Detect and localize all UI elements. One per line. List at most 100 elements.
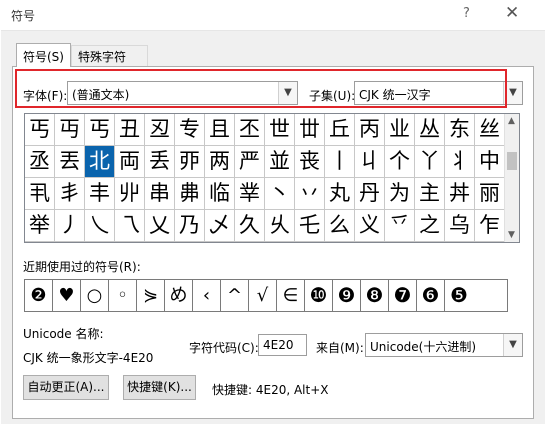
chevron-down-icon[interactable]: ▼	[503, 82, 522, 104]
symbol-cell[interactable]: 丯	[55, 178, 85, 210]
symbol-cell[interactable]: 乁	[115, 210, 145, 242]
symbol-cell[interactable]: 丏	[55, 114, 85, 146]
char-code-input[interactable]: 4E20	[258, 334, 307, 356]
symbol-grid[interactable]: 丐丏丐丑丒专且丕世丗丘丙业丛东丝丞丟北両丢丣两严並丧丨丩个丫丬中丮丯丰丱串丳临丵…	[24, 113, 520, 243]
symbol-cell[interactable]: 丷	[295, 178, 325, 210]
recent-symbol[interactable]: め	[165, 280, 193, 311]
grid-scrollbar[interactable]: ▲ ▼	[504, 114, 519, 242]
symbol-cell[interactable]: 丬	[445, 146, 475, 178]
symbol-cell[interactable]: 久	[235, 210, 265, 242]
symbol-cell[interactable]: 乃	[175, 210, 205, 242]
symbol-cell[interactable]: 严	[235, 146, 265, 178]
symbol-cell[interactable]: 两	[205, 146, 235, 178]
recent-symbol[interactable]: ⋟	[137, 280, 165, 311]
symbol-cell[interactable]: 北	[85, 146, 115, 178]
symbol-cell[interactable]: 乂	[145, 210, 175, 242]
symbol-cell[interactable]: 之	[415, 210, 445, 242]
recent-symbol[interactable]: ❼	[389, 280, 417, 311]
symbol-cell[interactable]: 丐	[85, 114, 115, 146]
help-icon[interactable]: ?	[463, 6, 470, 21]
recent-symbol[interactable]: ❾	[333, 280, 361, 311]
symbol-cell[interactable]: 丮	[25, 178, 55, 210]
symbol-cell[interactable]: 丳	[175, 178, 205, 210]
symbol-cell[interactable]: 乇	[295, 210, 325, 242]
symbol-cell[interactable]: 丘	[325, 114, 355, 146]
scroll-up-icon[interactable]: ▲	[508, 116, 515, 126]
symbol-cell[interactable]: 丢	[145, 146, 175, 178]
symbol-cell[interactable]: 世	[265, 114, 295, 146]
recent-symbol[interactable]: ❺	[445, 280, 473, 311]
symbol-cell[interactable]: 丵	[235, 178, 265, 210]
symbol-cell[interactable]: 乆	[265, 210, 295, 242]
symbol-cell[interactable]: 临	[205, 178, 235, 210]
symbol-cell[interactable]: 丩	[355, 146, 385, 178]
recent-symbol[interactable]: ❷	[25, 280, 53, 311]
recent-symbols[interactable]: ❷ ♥ ○ ◦ ⋟ め ‹ ^ √ ∈ ❿ ❾ ❽ ❼ ❻ ❺	[24, 279, 508, 312]
autocorrect-button[interactable]: 自动更正(A)...	[23, 375, 109, 400]
font-select[interactable]: (普通文本) ▼	[67, 81, 298, 105]
symbol-cell[interactable]: 丟	[55, 146, 85, 178]
symbol-cell[interactable]: 並	[265, 146, 295, 178]
symbol-cell[interactable]: 丑	[115, 114, 145, 146]
symbol-cell[interactable]: 乍	[475, 210, 505, 242]
recent-symbol[interactable]: ○	[81, 280, 109, 311]
symbol-cell[interactable]: 丒	[145, 114, 175, 146]
recent-symbol[interactable]: √	[249, 280, 277, 311]
from-select[interactable]: Unicode(十六进制) ▼	[365, 333, 523, 357]
symbol-cell[interactable]: 丱	[115, 178, 145, 210]
scroll-thumb[interactable]	[507, 152, 517, 170]
symbol-cell[interactable]: 丧	[295, 146, 325, 178]
symbol-cell[interactable]: 丼	[445, 178, 475, 210]
symbol-cell[interactable]: 丰	[85, 178, 115, 210]
recent-symbol[interactable]: ❿	[305, 280, 333, 311]
symbol-cell[interactable]: 东	[445, 114, 475, 146]
subset-select[interactable]: CJK 统一汉字 ▼	[354, 81, 523, 105]
tab-special-characters[interactable]: 特殊字符(P)	[71, 45, 148, 79]
recent-symbol[interactable]: ♥	[53, 280, 81, 311]
symbol-cell[interactable]: 且	[205, 114, 235, 146]
symbol-cell[interactable]: 丙	[355, 114, 385, 146]
symbol-cell[interactable]: 丐	[25, 114, 55, 146]
symbol-cell[interactable]: 丸	[325, 178, 355, 210]
tab-symbols[interactable]: 符号(S)	[16, 43, 71, 67]
symbol-cell[interactable]: 丛	[415, 114, 445, 146]
symbol-cell[interactable]: 专	[175, 114, 205, 146]
scroll-down-icon[interactable]: ▼	[508, 230, 515, 240]
symbol-cell[interactable]: 主	[415, 178, 445, 210]
symbol-cell[interactable]: 义	[355, 210, 385, 242]
symbol-cell[interactable]: 业	[385, 114, 415, 146]
symbol-cell[interactable]: 丫	[415, 146, 445, 178]
symbol-cell[interactable]: 丞	[25, 146, 55, 178]
symbol-cell[interactable]: 串	[145, 178, 175, 210]
recent-symbol[interactable]: ❻	[417, 280, 445, 311]
chevron-down-icon[interactable]: ▼	[278, 82, 297, 104]
recent-symbol[interactable]: ∈	[277, 280, 305, 311]
symbol-cell[interactable]: 丣	[175, 146, 205, 178]
recent-symbol[interactable]: ^	[221, 280, 249, 311]
symbol-cell[interactable]: 丿	[55, 210, 85, 242]
symbol-cell[interactable]: 乌	[445, 210, 475, 242]
chevron-down-icon[interactable]: ▼	[503, 334, 522, 356]
symbol-cell[interactable]: 丝	[475, 114, 505, 146]
symbol-cell[interactable]: 丨	[325, 146, 355, 178]
symbol-cell[interactable]: 乀	[85, 210, 115, 242]
symbol-cell[interactable]: 丹	[355, 178, 385, 210]
symbol-cell[interactable]: 为	[385, 178, 415, 210]
symbol-grid-cells[interactable]: 丐丏丐丑丒专且丕世丗丘丙业丛东丝丞丟北両丢丣两严並丧丨丩个丫丬中丮丯丰丱串丳临丵…	[25, 114, 505, 242]
close-icon[interactable]: ✕	[505, 3, 519, 23]
symbol-cell[interactable]: 中	[475, 146, 505, 178]
symbol-cell[interactable]: 両	[115, 146, 145, 178]
symbol-cell[interactable]: 举	[25, 210, 55, 242]
symbol-cell[interactable]: 丕	[235, 114, 265, 146]
recent-symbol[interactable]: ‹	[193, 280, 221, 311]
symbol-cell[interactable]: 丶	[265, 178, 295, 210]
symbol-cell[interactable]: 乄	[205, 210, 235, 242]
recent-symbol[interactable]: ❽	[361, 280, 389, 311]
recent-symbol[interactable]: ◦	[109, 280, 137, 311]
symbol-cell[interactable]: 丗	[295, 114, 325, 146]
symbol-cell[interactable]: 乊	[385, 210, 415, 242]
shortcut-key-button[interactable]: 快捷键(K)...	[123, 375, 196, 400]
symbol-cell[interactable]: 个	[385, 146, 415, 178]
symbol-cell[interactable]: 丽	[475, 178, 505, 210]
symbol-cell[interactable]: 么	[325, 210, 355, 242]
